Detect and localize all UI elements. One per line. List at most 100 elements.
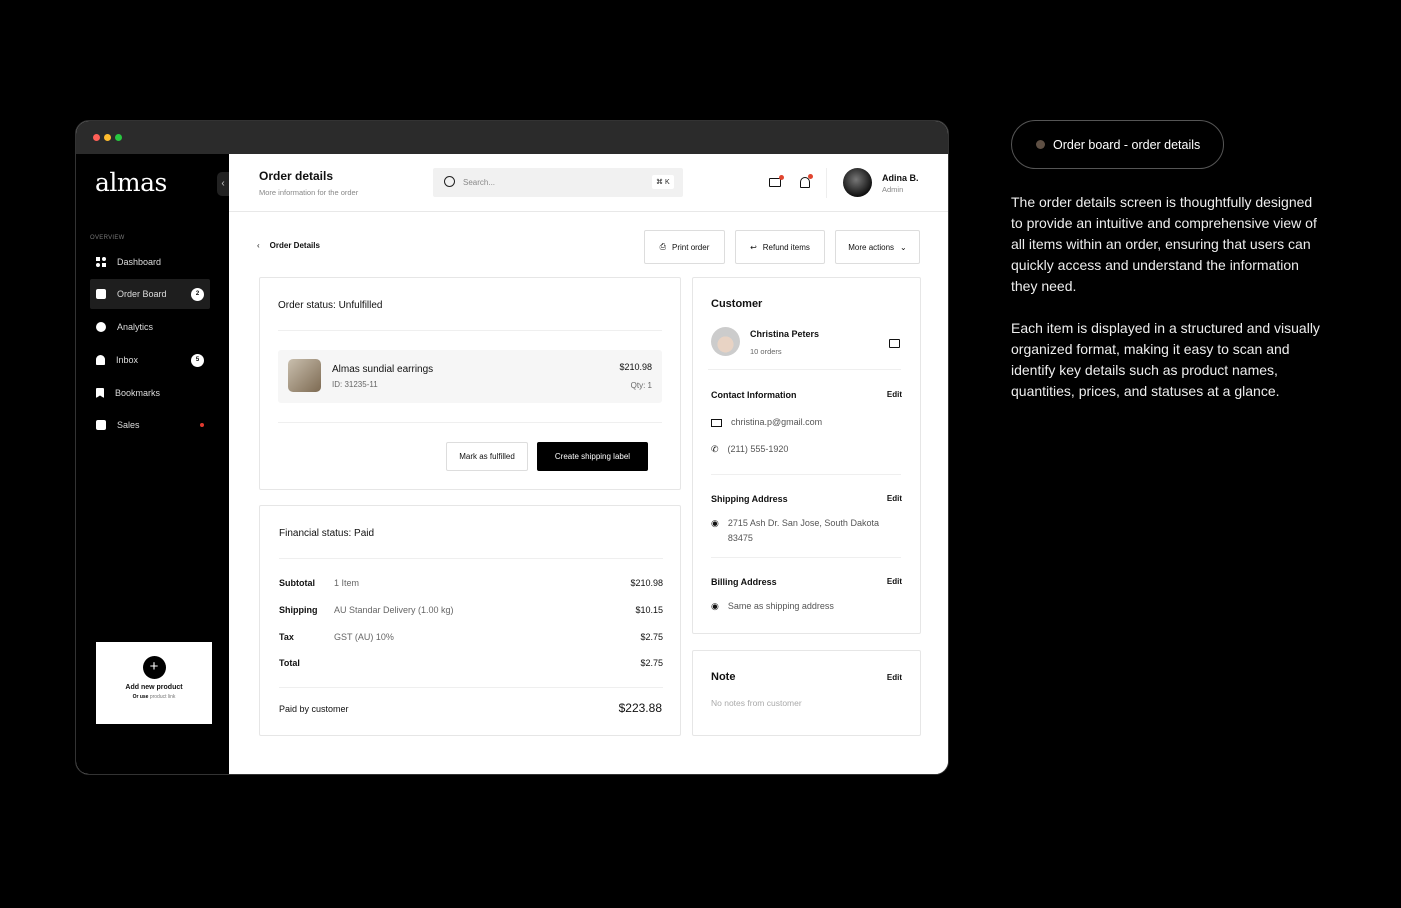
sidebar-item-analytics[interactable]: Analytics (90, 312, 210, 342)
location-pin-icon: ◉ (711, 601, 719, 611)
user-name: Adina B. (882, 173, 919, 183)
edit-note-button[interactable]: Edit (887, 673, 902, 682)
contact-info-title: Contact Information (711, 390, 797, 400)
header: Order details More information for the o… (229, 154, 948, 212)
financial-status: Financial status: Paid (279, 528, 375, 539)
count-badge: 2 (191, 287, 204, 301)
edit-contact-button[interactable]: Edit (887, 390, 902, 399)
mail-icon[interactable] (769, 175, 784, 187)
sidebar: almas ‹ OVERVIEW Dashboard Order Board 2 … (76, 154, 229, 774)
bell-icon (96, 355, 105, 365)
add-product-title: Add new product (125, 684, 183, 691)
button-label: Print order (672, 242, 710, 252)
total-row: Total $2.75 (279, 658, 663, 668)
note-text: No notes from customer (711, 698, 802, 708)
location-pin-icon: ◉ (711, 518, 719, 528)
printer-icon: ⎙ (659, 242, 667, 251)
customer-card: Customer Christina Peters 10 orders Cont… (692, 277, 921, 634)
sidebar-item-label: Analytics (117, 322, 154, 332)
section-label: OVERVIEW (90, 235, 125, 241)
product-id: ID: 31235-11 (332, 380, 378, 389)
page-subtitle: More information for the order (259, 188, 359, 197)
edit-billing-button[interactable]: Edit (887, 577, 902, 586)
app-window: almas ‹ OVERVIEW Dashboard Order Board 2 … (75, 120, 949, 775)
button-label: Mark as fulfilled (459, 452, 515, 461)
status-dot (200, 423, 204, 427)
order-icon (96, 289, 106, 299)
chevron-left-icon: ‹ (257, 241, 260, 250)
collapse-sidebar-button[interactable]: ‹ (217, 172, 229, 196)
button-label: More actions (848, 242, 895, 252)
product-qty: Qty: 1 (630, 381, 652, 390)
plus-icon: + (142, 656, 166, 679)
sidebar-item-order-board[interactable]: Order Board 2 (90, 279, 210, 309)
maximize-window-button[interactable] (115, 134, 122, 141)
order-status-card: Order status: Unfulfilled Almas sundial … (259, 277, 681, 490)
add-product-card[interactable]: + Add new product Or use product link (96, 642, 212, 724)
order-status: Order status: Unfulfilled (278, 300, 383, 311)
phone-icon: ✆ (711, 444, 719, 454)
billing-address: ◉ Same as shipping address (711, 599, 834, 614)
caption-paragraph: The order details screen is thoughtfully… (1011, 194, 1317, 294)
bookmark-icon (96, 388, 104, 398)
note-title: Note (711, 671, 736, 683)
main-content: Order details More information for the o… (229, 154, 948, 774)
tax-row: Tax GST (AU) 10% $2.75 (279, 632, 663, 642)
grid-icon (96, 257, 106, 267)
subtotal-row: Subtotal 1 Item $210.98 (279, 578, 663, 588)
sidebar-item-label: Order Board (117, 289, 167, 299)
avatar[interactable] (843, 168, 872, 197)
button-label: Refund items (762, 242, 810, 252)
financial-card: Financial status: Paid Subtotal 1 Item $21… (259, 505, 681, 736)
count-badge: 5 (191, 353, 204, 367)
sidebar-item-label: Dashboard (117, 257, 162, 267)
sidebar-item-inbox[interactable]: Inbox 5 (90, 345, 210, 375)
sidebar-item-label: Sales (117, 420, 140, 430)
customer-orders: 10 orders (750, 347, 782, 356)
shipping-address-title: Shipping Address (711, 494, 788, 504)
customer-email[interactable]: christina.p@gmail.com (711, 415, 822, 430)
caption-paragraph: Each item is displayed in a structured a… (1011, 320, 1320, 399)
edit-shipping-button[interactable]: Edit (887, 494, 902, 503)
note-card: Note Edit No notes from customer (692, 650, 921, 736)
order-item[interactable]: Almas sundial earrings ID: 31235-11 $210… (278, 350, 662, 403)
title-bar (76, 121, 948, 154)
print-order-button[interactable]: ⎙ Print order (644, 230, 725, 264)
search-input[interactable]: Search... ⌘ K (433, 168, 683, 197)
button-label: Create shipping label (554, 452, 631, 461)
chevron-down-icon: ⌄ (900, 242, 907, 252)
breadcrumb[interactable]: ‹ Order Details (257, 241, 320, 250)
refund-items-button[interactable]: ↩ Refund items (735, 230, 825, 264)
divider (826, 168, 827, 198)
shortcut-hint: ⌘ K (652, 175, 674, 189)
sidebar-item-sales[interactable]: Sales (90, 410, 210, 440)
product-name: Almas sundial earrings (332, 364, 434, 375)
create-shipping-label-button[interactable]: Create shipping label (537, 442, 648, 471)
caption-text: The order details screen is thoughtfully… (1011, 192, 1321, 402)
sidebar-item-label: Bookmarks (115, 388, 161, 398)
close-window-button[interactable] (93, 134, 100, 141)
sidebar-item-dashboard[interactable]: Dashboard (90, 247, 210, 277)
reply-icon: ↩ (750, 242, 757, 252)
email-customer-icon[interactable] (889, 339, 900, 348)
paid-label: Paid by customer (279, 704, 349, 714)
customer-name[interactable]: Christina Peters (750, 329, 819, 339)
product-price: $210.98 (619, 362, 652, 372)
search-placeholder: Search... (463, 178, 496, 187)
product-thumbnail (288, 359, 321, 392)
user-role: Admin (882, 185, 904, 194)
customer-phone: ✆ (211) 555-1920 (711, 442, 788, 457)
sidebar-item-label: Inbox (116, 355, 139, 365)
page-title: Order details (259, 169, 334, 183)
customer-title: Customer (711, 298, 763, 310)
caption-pill-label: Order board - order details (1053, 137, 1201, 152)
minimize-window-button[interactable] (104, 134, 111, 141)
product-link[interactable]: product link (150, 694, 176, 700)
sidebar-item-bookmarks[interactable]: Bookmarks (90, 378, 210, 408)
customer-avatar (711, 327, 740, 356)
paid-amount: $223.88 (618, 701, 662, 715)
bell-icon[interactable] (800, 174, 813, 188)
more-actions-button[interactable]: More actions ⌄ (835, 230, 920, 264)
logo: almas (95, 168, 167, 197)
mark-fulfilled-button[interactable]: Mark as fulfilled (446, 442, 528, 471)
